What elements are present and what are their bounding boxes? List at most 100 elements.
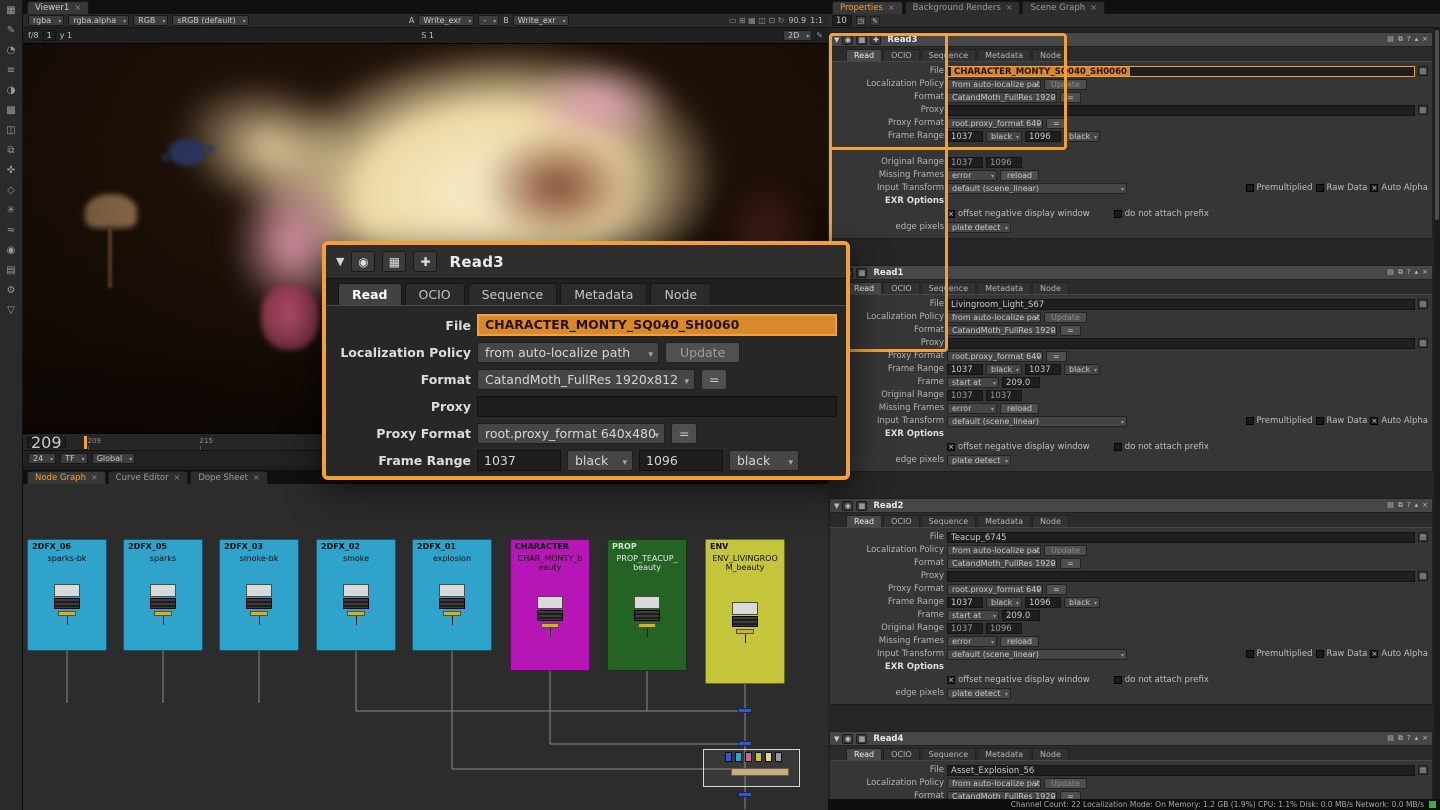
gain-field[interactable]: 1 bbox=[43, 30, 56, 41]
close-icon[interactable]: × bbox=[74, 2, 81, 14]
input-b-select[interactable]: Write_exr bbox=[513, 15, 569, 26]
read-node-thumb[interactable] bbox=[634, 596, 660, 637]
frame-value-field[interactable]: 209.0 bbox=[1002, 610, 1040, 621]
center-node-icon[interactable]: ◉ bbox=[842, 35, 853, 45]
format-select[interactable]: CatandMoth_FullRes 1920x812 bbox=[477, 369, 695, 390]
float-icon[interactable]: ⧉ bbox=[1398, 268, 1403, 277]
close-icon[interactable]: × bbox=[1422, 501, 1428, 510]
backdrop-character[interactable]: CHARACTER CHAR_MONTY_beauty bbox=[510, 539, 590, 671]
file-browse-icon[interactable]: ▤ bbox=[1418, 532, 1428, 542]
merge-node[interactable] bbox=[775, 752, 782, 762]
read-node-thumb[interactable] bbox=[343, 584, 369, 625]
proxy-field[interactable] bbox=[947, 338, 1415, 349]
minimize-icon[interactable]: ▴ bbox=[1415, 501, 1419, 510]
view-mode-select[interactable]: 2D bbox=[783, 30, 812, 41]
merge-icon[interactable]: ⧉ bbox=[3, 144, 19, 158]
proxy-format-equals-button[interactable]: = bbox=[1046, 351, 1067, 362]
tab-metadata[interactable]: Metadata bbox=[977, 515, 1031, 527]
tab-sequence[interactable]: Sequence bbox=[921, 282, 976, 294]
auto-alpha-checkbox[interactable]: × bbox=[1370, 417, 1378, 425]
properties-scrollbar[interactable] bbox=[1434, 28, 1440, 799]
frame-last-field[interactable]: 1037 bbox=[1025, 364, 1061, 375]
reload-button[interactable]: reload bbox=[1000, 636, 1039, 647]
frame-first-mode-select[interactable]: black bbox=[567, 450, 633, 471]
channel-icon[interactable]: ≡ bbox=[3, 64, 19, 78]
node-controls-icon[interactable]: ✚ bbox=[413, 251, 437, 272]
tab-dope-sheet[interactable]: Dope Sheet × bbox=[190, 471, 267, 484]
saturation-label[interactable]: S 1 bbox=[421, 31, 434, 40]
tab-sequence[interactable]: Sequence bbox=[468, 283, 558, 305]
backdrop-prop[interactable]: PROP PROP_TEACUP_beauty bbox=[607, 539, 687, 671]
tab-read[interactable]: Read bbox=[338, 283, 402, 305]
backdrop-env[interactable]: ENV ENV_LIVINGROOM_beauty bbox=[705, 539, 785, 684]
raw-data-checkbox[interactable] bbox=[1316, 417, 1324, 425]
frame-mode-select[interactable]: start at bbox=[947, 610, 999, 621]
max-panels-field[interactable]: 10 bbox=[832, 15, 852, 26]
localization-policy-select[interactable]: from auto-localize path bbox=[477, 342, 659, 363]
proxy-format-select[interactable]: root.proxy_format 640x480 bbox=[947, 118, 1043, 129]
raw-data-checkbox[interactable] bbox=[1316, 184, 1324, 192]
center-node-icon[interactable]: ◉ bbox=[842, 734, 853, 744]
close-icon[interactable]: × bbox=[1422, 734, 1428, 743]
format-equals-button[interactable]: = bbox=[1060, 791, 1081, 800]
scrollbar-thumb[interactable] bbox=[1435, 30, 1439, 220]
collapse-icon[interactable]: ▼ bbox=[834, 735, 839, 743]
tab-metadata[interactable]: Metadata bbox=[977, 49, 1031, 61]
channels-select[interactable]: RGB bbox=[133, 15, 168, 26]
tab-read[interactable]: Read bbox=[846, 748, 882, 760]
backdrop-2dfx03[interactable]: 2DFX_03 smoke-bk bbox=[219, 539, 299, 651]
alpha-layer-select[interactable]: rgba.alpha bbox=[68, 15, 129, 26]
missing-frames-select[interactable]: error bbox=[947, 403, 997, 414]
tab-node-graph[interactable]: Node Graph × bbox=[27, 471, 106, 484]
file-browse-icon[interactable]: ▤ bbox=[1418, 765, 1428, 775]
proxy-browse-icon[interactable]: ▤ bbox=[1418, 338, 1428, 348]
format-equals-button[interactable]: = bbox=[1060, 558, 1081, 569]
frame-last-mode-select[interactable]: black bbox=[729, 450, 799, 471]
input-transform-select[interactable]: default (scene_linear) bbox=[947, 183, 1127, 194]
color-icon[interactable]: ◑ bbox=[3, 84, 19, 98]
missing-frames-select[interactable]: error bbox=[947, 636, 997, 647]
update-button[interactable]: Update bbox=[1044, 79, 1087, 90]
localization-policy-select[interactable]: from auto-localize path bbox=[947, 545, 1041, 556]
frame-last-field[interactable]: 1096 bbox=[1025, 597, 1061, 608]
proxy-browse-icon[interactable]: ▤ bbox=[1418, 105, 1428, 115]
particles-icon[interactable]: ✳ bbox=[3, 204, 19, 218]
proxy-format-equals-button[interactable]: = bbox=[1046, 584, 1067, 595]
premultiplied-checkbox[interactable] bbox=[1246, 650, 1254, 658]
menu-icon[interactable]: ▤ bbox=[1387, 501, 1394, 510]
edge-pixels-select[interactable]: plate detect bbox=[947, 222, 1011, 233]
update-button[interactable]: Update bbox=[665, 342, 740, 363]
frame-first-mode-select[interactable]: black bbox=[986, 597, 1022, 608]
close-icon[interactable]: × bbox=[174, 472, 181, 484]
frame-last-mode-select[interactable]: black bbox=[1064, 597, 1100, 608]
format-select[interactable]: CatandMoth_FullRes 1920x812 bbox=[947, 558, 1057, 569]
tab-ocio[interactable]: OCIO bbox=[883, 748, 920, 760]
deep-icon[interactable]: ≈ bbox=[3, 224, 19, 238]
missing-frames-select[interactable]: error bbox=[947, 170, 997, 181]
backdrop-2dfx01[interactable]: 2DFX_01 explosion bbox=[412, 539, 492, 651]
update-button[interactable]: Update bbox=[1044, 545, 1087, 556]
tab-ocio[interactable]: OCIO bbox=[405, 283, 465, 305]
no-prefix-checkbox[interactable] bbox=[1114, 210, 1122, 218]
localization-policy-select[interactable]: from auto-localize path bbox=[947, 778, 1041, 789]
tab-read[interactable]: Read bbox=[846, 515, 882, 527]
tab-properties[interactable]: Properties × bbox=[832, 1, 903, 14]
frame-last-field[interactable]: 1096 bbox=[1025, 131, 1061, 142]
update-button[interactable]: Update bbox=[1044, 312, 1087, 323]
merge-node[interactable] bbox=[765, 752, 772, 762]
collapse-icon[interactable]: ▼ bbox=[336, 255, 344, 268]
pin-panels-icon[interactable]: ◳ bbox=[856, 16, 866, 26]
transform-icon[interactable]: ✜ bbox=[3, 164, 19, 178]
format-select[interactable]: CatandMoth_FullRes 1920x812 bbox=[947, 791, 1057, 800]
postage-stamp-icon[interactable]: ▦ bbox=[856, 35, 867, 45]
read-node-thumb[interactable] bbox=[439, 584, 465, 625]
proxy-browse-icon[interactable]: ▤ bbox=[1418, 571, 1428, 581]
tab-sequence[interactable]: Sequence bbox=[921, 748, 976, 760]
format-equals-button[interactable]: = bbox=[1060, 325, 1081, 336]
reload-button[interactable]: reload bbox=[1000, 403, 1039, 414]
tab-viewer1[interactable]: Viewer1 × bbox=[27, 1, 89, 14]
time-icon[interactable]: ◔ bbox=[3, 44, 19, 58]
frame-first-field[interactable]: 1037 bbox=[947, 131, 983, 142]
tab-scene-graph[interactable]: Scene Graph × bbox=[1022, 1, 1104, 14]
tab-node[interactable]: Node bbox=[650, 283, 711, 305]
